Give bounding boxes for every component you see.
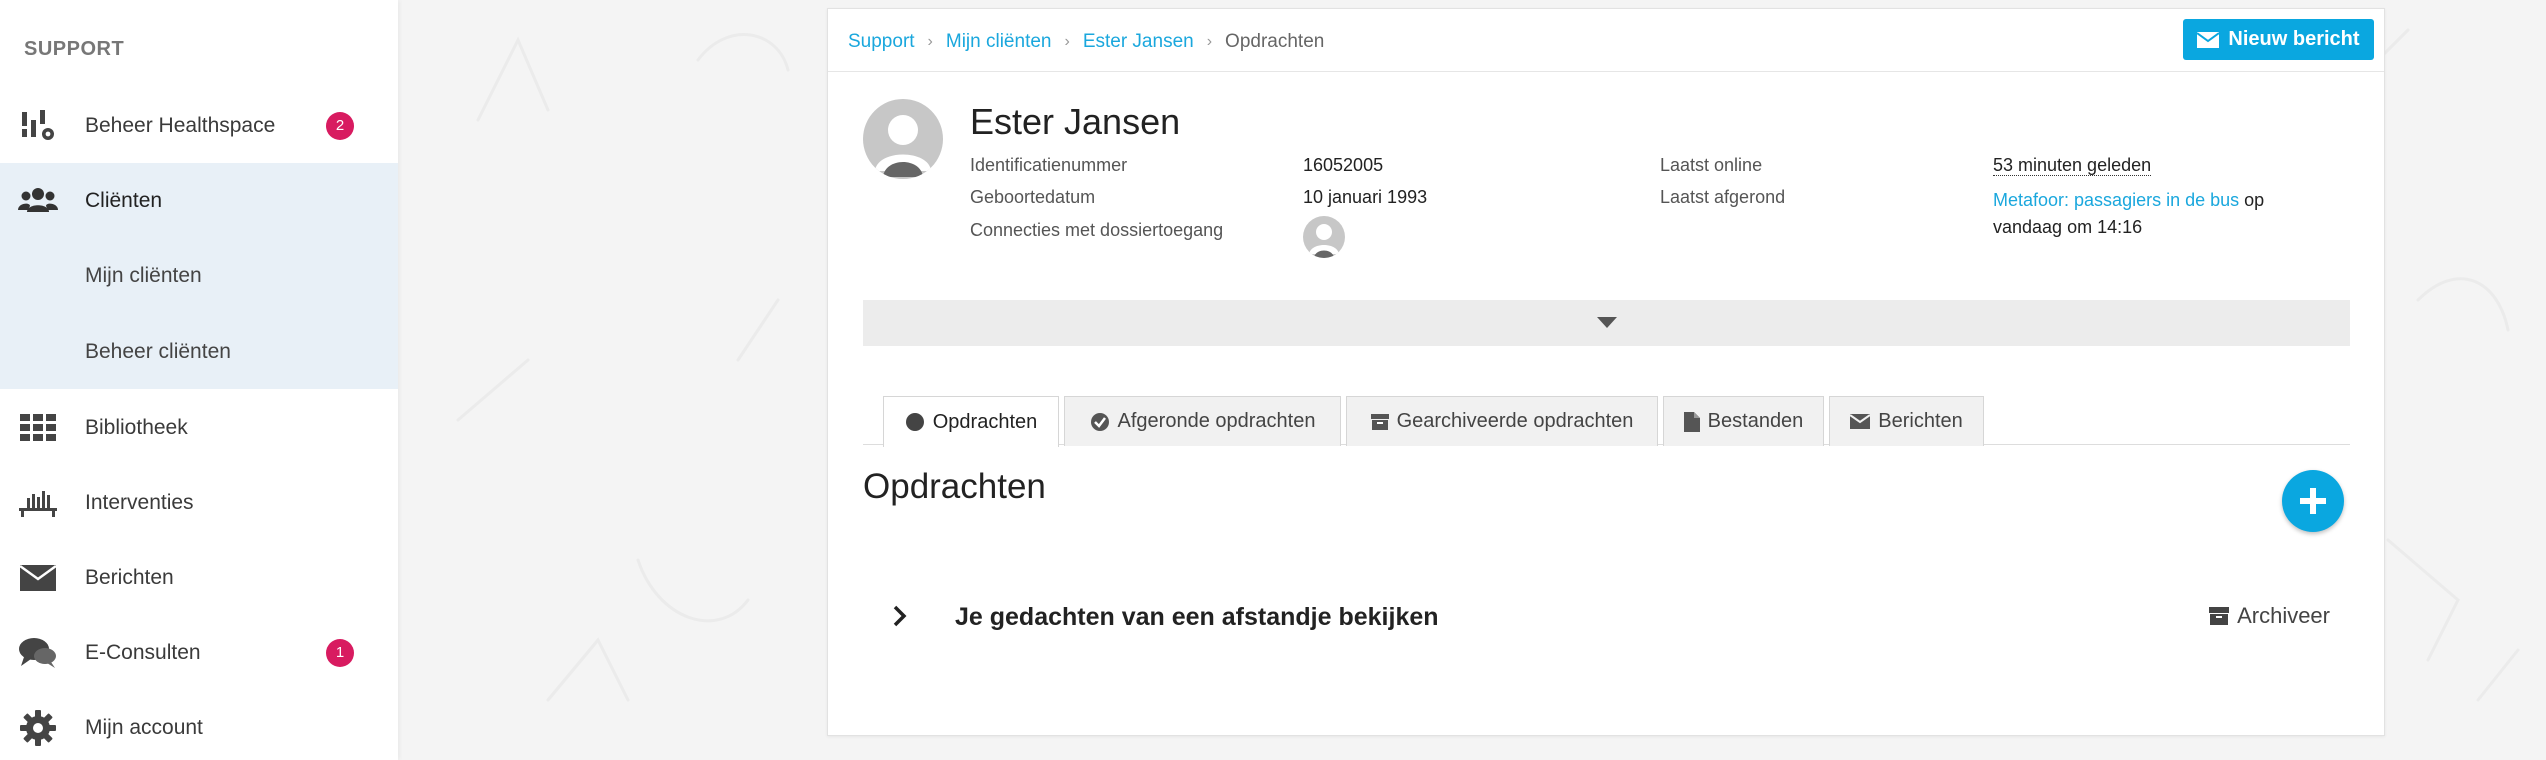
gear-icon <box>18 708 58 748</box>
breadcrumb: Support › Mijn cliënten › Ester Jansen ›… <box>848 31 1324 53</box>
task-row: Je gedachten van een afstandje bekijken … <box>863 589 2350 645</box>
notification-badge: 1 <box>326 638 354 667</box>
envelope-icon <box>18 558 58 598</box>
client-card: Support › Mijn cliënten › Ester Jansen ›… <box>827 8 2385 736</box>
sidebar-item-label: Beheer Healthspace <box>85 113 276 137</box>
chevron-right-icon: › <box>927 33 933 50</box>
last-completed-time: vandaag om 14:16 <box>1993 217 2143 237</box>
tab-opdrachten[interactable]: Opdrachten <box>883 396 1059 447</box>
sidebar-item-mijn-account[interactable]: Mijn account <box>0 690 398 760</box>
id-value: 16052005 <box>1303 155 1384 175</box>
connections-label: Connecties met dossiertoegang <box>970 220 1224 240</box>
interventions-icon <box>18 483 58 523</box>
add-task-button[interactable] <box>2282 470 2344 532</box>
grid-icon <box>18 408 58 448</box>
envelope-icon <box>1850 414 1871 429</box>
sidebar-item-berichten[interactable]: Berichten <box>0 540 398 615</box>
last-completed-link[interactable]: Metafoor: passagiers in de bus <box>1993 190 2239 210</box>
tab-berichten[interactable]: Berichten <box>1829 396 1984 446</box>
sidebar-heading: SUPPORT <box>24 38 125 60</box>
archive-label: Archiveer <box>2237 603 2330 628</box>
new-message-label: Nieuw bericht <box>2228 28 2360 50</box>
sidebar-item-beheer-healthspace[interactable]: Beheer Healthspace 2 <box>0 88 398 163</box>
sidebar-item-e-consulten[interactable]: E-Consulten 1 <box>0 615 398 690</box>
new-message-button[interactable]: Nieuw bericht <box>2183 19 2374 60</box>
details-toggle-bar[interactable] <box>863 300 2350 346</box>
tab-afgeronde-opdrachten[interactable]: Afgeronde opdrachten <box>1064 396 1341 446</box>
plus-icon <box>2300 488 2326 514</box>
last-online-value: 53 minuten geleden <box>1993 155 2152 176</box>
healthspace-settings-icon <box>18 106 58 146</box>
breadcrumb-support[interactable]: Support <box>848 31 915 53</box>
breadcrumb-mijn-clienten[interactable]: Mijn cliënten <box>946 31 1052 53</box>
breadcrumb-current: Opdrachten <box>1225 31 1325 52</box>
sidebar-item-bibliotheek[interactable]: Bibliotheek <box>0 390 398 465</box>
task-title[interactable]: Je gedachten van een afstandje bekijken <box>955 603 1439 632</box>
tab-label: Berichten <box>1878 410 1963 432</box>
last-completed-value: Metafoor: passagiers in de bus op vandaa… <box>1993 187 2333 241</box>
sidebar-item-interventies[interactable]: Interventies <box>0 465 398 540</box>
last-online-label: Laatst online <box>1660 155 1763 175</box>
dob-value: 10 januari 1993 <box>1303 187 1428 207</box>
file-icon <box>1683 411 1700 432</box>
tab-label: Opdrachten <box>932 410 1038 433</box>
id-label: Identificatienummer <box>970 155 1128 175</box>
notification-badge: 2 <box>326 111 354 140</box>
chat-icon <box>18 633 58 673</box>
archive-button[interactable]: Archiveer <box>2209 603 2330 629</box>
last-completed-suffix: op <box>2239 190 2265 210</box>
sidebar-subitem-beheer-clienten[interactable]: Beheer cliënten <box>85 340 231 364</box>
card-header: Support › Mijn cliënten › Ester Jansen ›… <box>828 9 2384 72</box>
tab-label: Gearchiveerde opdrachten <box>1396 410 1634 432</box>
chevron-right-icon[interactable] <box>893 605 907 632</box>
dob-label: Geboortedatum <box>970 187 1096 207</box>
circle-icon <box>905 413 924 431</box>
tab-gearchiveerde-opdrachten[interactable]: Gearchiveerde opdrachten <box>1346 396 1658 446</box>
chevron-right-icon: › <box>1206 33 1213 50</box>
sidebar-item-label: Interventies <box>85 490 194 514</box>
sidebar-item-label: Bibliotheek <box>85 415 188 439</box>
breadcrumb-client[interactable]: Ester Jansen <box>1083 31 1194 53</box>
sidebar-item-label: Mijn account <box>85 715 203 739</box>
tab-bar: Opdrachten Afgeronde opdrachten Gearchiv… <box>863 386 2350 447</box>
caret-down-icon <box>1596 317 1617 328</box>
sidebar-item-label: Cliënten <box>85 188 163 212</box>
last-completed-label: Laatst afgerond <box>1660 187 1786 207</box>
check-circle-icon <box>1090 412 1109 431</box>
section-title: Opdrachten <box>863 467 1046 506</box>
client-name: Ester Jansen <box>970 101 1181 142</box>
tab-label: Bestanden <box>1707 410 1804 432</box>
tab-bestanden[interactable]: Bestanden <box>1663 396 1824 446</box>
client-avatar <box>863 99 943 179</box>
chevron-right-icon: › <box>1064 33 1070 50</box>
connection-avatar[interactable] <box>1303 216 1345 258</box>
sidebar-item-clienten[interactable]: Cliënten <box>0 163 398 238</box>
sidebar: SUPPORT Beheer Healthspace 2 Cliënten Mi… <box>0 0 398 760</box>
users-icon <box>18 181 58 221</box>
sidebar-subitem-mijn-clienten[interactable]: Mijn cliënten <box>85 264 202 288</box>
archive-icon <box>1370 413 1389 430</box>
sidebar-item-label: Berichten <box>85 565 174 589</box>
envelope-icon <box>2197 31 2220 48</box>
archive-icon <box>2209 607 2230 625</box>
sidebar-item-label: E-Consulten <box>85 640 201 664</box>
tab-label: Afgeronde opdrachten <box>1117 410 1316 432</box>
